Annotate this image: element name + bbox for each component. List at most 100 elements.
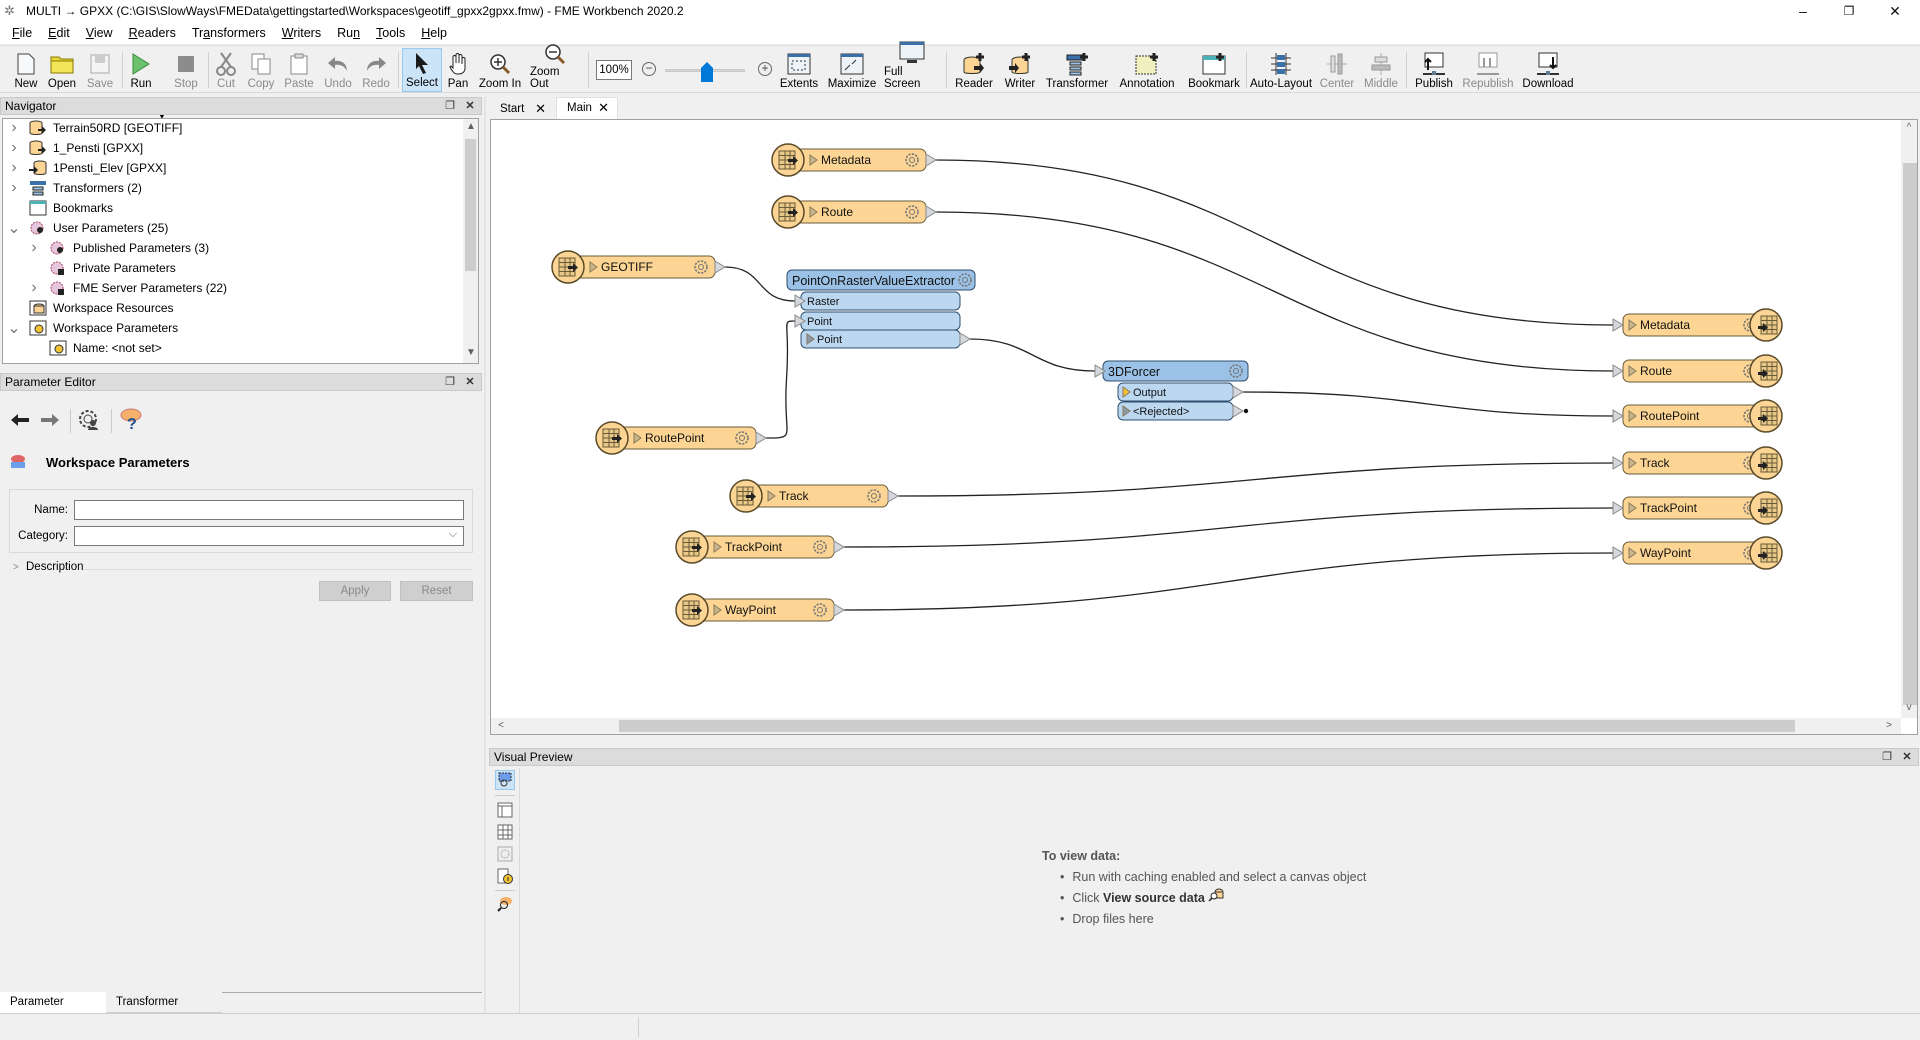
add-annotation-button[interactable]: Annotation [1116,48,1178,92]
zoom-in-button[interactable]: Zoom In [478,48,522,92]
publish-button[interactable]: Publish [1412,48,1456,92]
connection-line[interactable] [765,320,796,439]
input-port-icon[interactable] [1612,456,1624,470]
zoom-minus-icon[interactable]: − [642,62,656,76]
chevron-right-icon[interactable]: › [7,139,21,157]
add-writer-button[interactable]: Writer [1002,48,1038,92]
select-tool-button[interactable]: Select [402,48,442,92]
writer-feature-type[interactable]: Route [1612,354,1783,388]
select-view-icon[interactable] [495,770,515,790]
output-port-icon[interactable] [887,489,899,503]
chevron-down-icon[interactable]: ⌄ [7,318,21,338]
zoom-slider-handle[interactable] [701,62,713,82]
add-reader-button[interactable]: Reader [954,48,994,92]
writer-feature-type[interactable]: RoutePoint [1612,399,1783,433]
menu-run[interactable]: Run [329,26,368,40]
auto-layout-button[interactable]: Auto-Layout [1250,48,1312,92]
close-panel-icon[interactable]: ✕ [463,98,477,114]
canvas-graph[interactable]: MetadataRouteGEOTIFFRoutePointTrackTrack… [491,120,1918,735]
save-button[interactable]: Save [86,48,114,92]
connection-line[interactable] [1242,391,1614,417]
scrollbar-thumb[interactable] [465,139,476,271]
output-port-icon[interactable] [1232,385,1244,399]
information-icon[interactable] [495,866,515,886]
description-expander-icon[interactable]: > [13,562,19,573]
scroll-left-icon[interactable]: < [493,720,509,731]
add-transformer-button[interactable]: Transformer [1046,48,1108,92]
reader-feature-type[interactable]: WayPoint [675,593,845,627]
scroll-right-icon[interactable]: > [1881,720,1897,731]
navigator-item[interactable]: ⌄ Workspace Parameters [7,318,178,338]
navigator-item[interactable]: › 1_Pensti [GPXX] [7,138,143,158]
add-bookmark-button[interactable]: Bookmark [1186,48,1242,92]
navigator-item[interactable]: Workspace Resources [7,298,174,318]
chevron-right-icon[interactable]: › [7,119,21,137]
run-button[interactable]: Run [128,48,154,92]
graphics-view-icon[interactable] [495,800,515,820]
close-button[interactable]: ✕ [1872,0,1918,22]
tab-start[interactable]: Start ✕ [490,99,554,119]
connection-line[interactable] [897,462,1614,497]
reset-button[interactable]: Reset [400,581,473,601]
zoom-out-button[interactable]: Zoom Out [530,44,580,92]
scrollbar-thumb[interactable] [619,720,1795,732]
scroll-up-icon[interactable]: ^ [1901,122,1917,133]
writer-feature-type[interactable]: Metadata [1612,308,1783,342]
float-panel-icon[interactable]: ❐ [1880,749,1894,765]
undo-button[interactable]: Undo [322,48,354,92]
input-port-icon[interactable] [1612,546,1624,560]
navigator-item[interactable]: › 1Pensti_Elev [GPXX] [7,158,166,178]
restore-button[interactable]: ❐ [1826,0,1872,22]
transformer-3dforcer[interactable]: 3DForcer Output <Rejected> [1094,360,1249,421]
menu-readers[interactable]: Readers [121,26,184,40]
category-select[interactable]: ⌵ [74,526,464,546]
scroll-down-icon[interactable]: ▼ [463,347,478,358]
user-parameter-gear-icon[interactable] [77,408,103,435]
reader-feature-type[interactable]: GEOTIFF [551,250,726,284]
connection-line[interactable] [935,159,1614,326]
transformer-pointonrastervalueextractor[interactable]: PointOnRasterValueExtractor Raster Point Po… [786,269,976,349]
navigator-item[interactable]: › Published Parameters (3) [27,238,209,258]
output-port-icon[interactable] [925,153,937,167]
maximize-button[interactable]: Maximize [828,48,876,92]
menu-file[interactable]: File [4,26,40,40]
reader-feature-type[interactable]: Track [729,479,899,513]
output-port-icon[interactable] [959,332,971,346]
center-button[interactable]: Center [1318,48,1356,92]
redo-button[interactable]: Redo [360,48,392,92]
connection-line[interactable] [969,338,1096,372]
full-screen-button[interactable]: Full Screen [884,41,940,92]
output-port-icon[interactable] [755,431,767,445]
input-port-icon[interactable] [1612,409,1624,423]
stop-button[interactable]: Stop [172,48,200,92]
close-panel-icon[interactable]: ✕ [463,374,477,390]
navigator-item[interactable]: Name: <not set> [27,338,162,358]
table-view-icon[interactable] [495,822,515,842]
float-panel-icon[interactable]: ❐ [443,374,457,390]
open-button[interactable]: Open [46,48,78,92]
view-source-data-icon[interactable] [495,894,515,914]
chevron-right-icon[interactable]: › [27,279,41,297]
output-port-icon[interactable] [833,540,845,554]
republish-button[interactable]: Republish [1462,48,1514,92]
menu-tools[interactable]: Tools [368,26,413,40]
reader-feature-type[interactable]: Metadata [771,143,937,177]
navigator-item[interactable]: › Terrain50RD [GEOTIFF] [7,119,182,138]
canvas-horizontal-scrollbar[interactable]: < > [491,718,1901,734]
scroll-down-icon[interactable]: v [1901,702,1917,713]
close-panel-icon[interactable]: ✕ [1900,749,1914,765]
splitter[interactable] [484,97,486,1013]
paste-button[interactable]: Paste [282,48,316,92]
new-button[interactable]: New [12,48,40,92]
reader-feature-type[interactable]: RoutePoint [595,421,767,455]
chevron-right-icon[interactable]: › [27,239,41,257]
menu-transformers[interactable]: Transformers [184,26,274,40]
middle-button[interactable]: Middle [1362,48,1400,92]
help-icon[interactable]: ? [118,407,144,436]
float-panel-icon[interactable]: ❐ [443,98,457,114]
input-port-icon[interactable] [1612,364,1624,378]
menu-edit[interactable]: Edit [40,26,78,40]
feature-info-icon[interactable] [495,844,515,864]
close-tab-icon[interactable]: ✕ [598,98,609,118]
output-port-icon[interactable] [1232,404,1244,418]
